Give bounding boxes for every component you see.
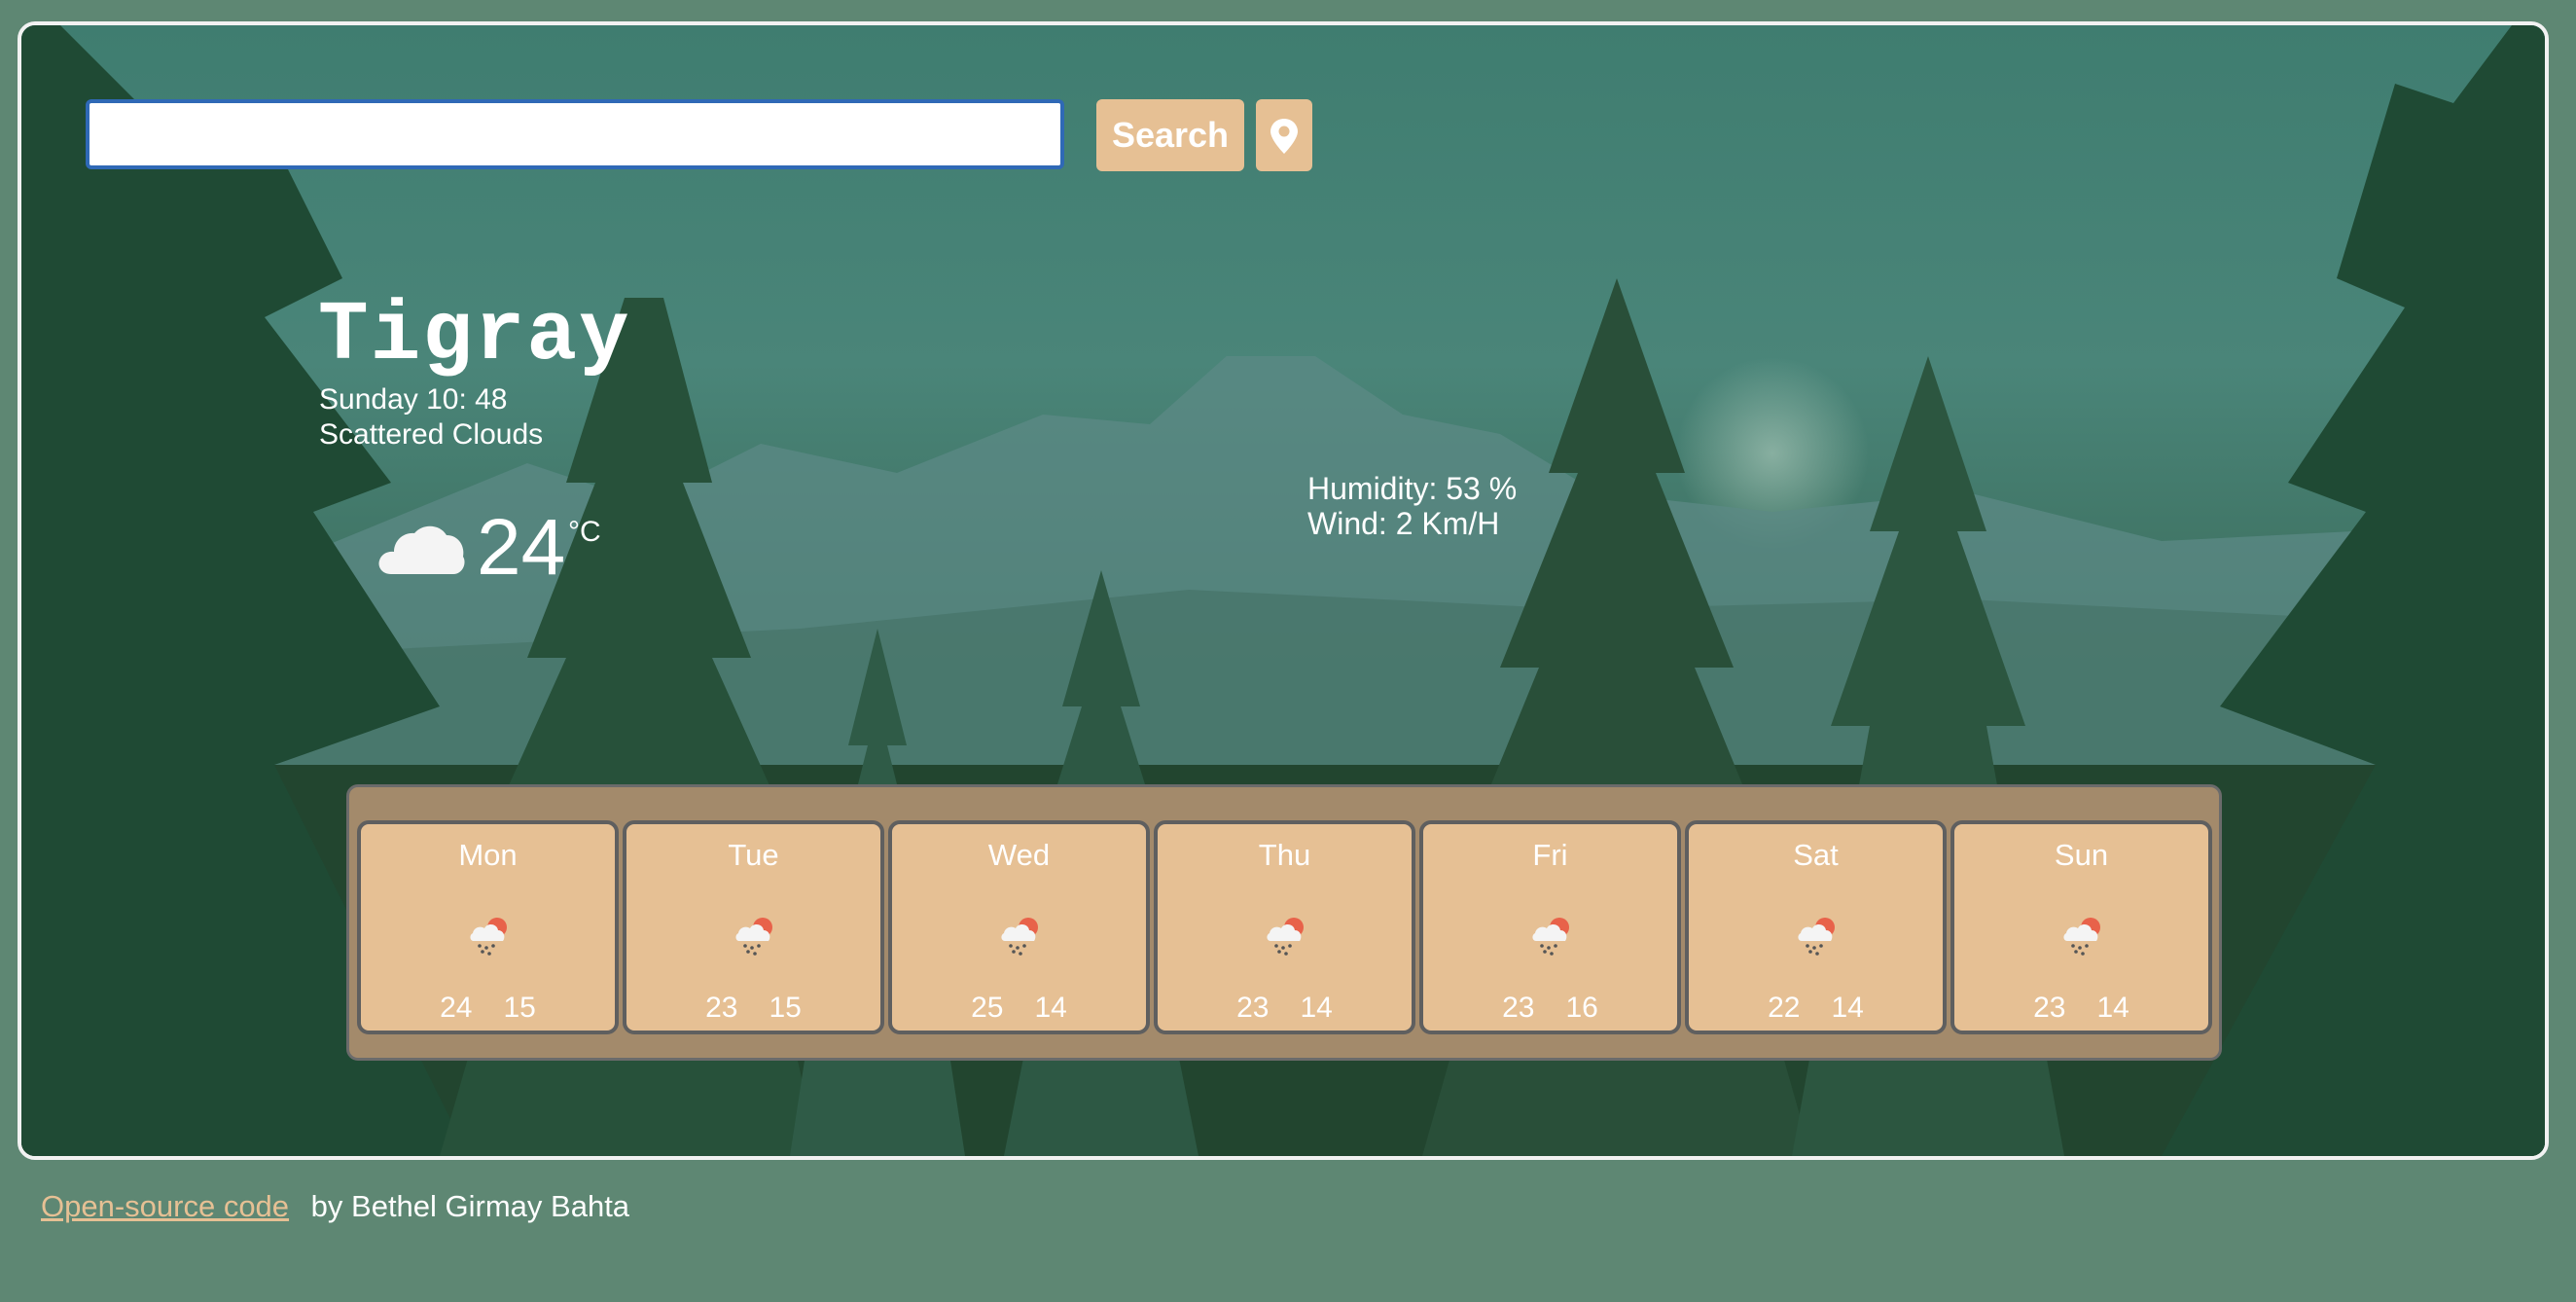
city-name: Tigray bbox=[318, 288, 631, 383]
forecast-day-temps: 25 14 bbox=[892, 992, 1146, 1025]
forecast-day-temps: 22 14 bbox=[1689, 992, 1943, 1025]
rain-sun-icon bbox=[1001, 918, 1038, 956]
forecast-day-card: Sat 22 14 bbox=[1685, 820, 1947, 1034]
author-byline: by Bethel Girmay Bahta bbox=[310, 1189, 630, 1223]
weather-description: Scattered Clouds bbox=[319, 418, 544, 451]
cloud-icon bbox=[378, 525, 465, 574]
forecast-day-card: Tue 23 15 bbox=[623, 820, 884, 1034]
forecast-day-temps: 23 15 bbox=[626, 992, 880, 1025]
forecast-min-temp: 15 bbox=[503, 992, 536, 1024]
rain-sun-icon bbox=[1532, 918, 1569, 956]
forecast-day-name: Fri bbox=[1532, 838, 1568, 872]
current-datetime: Sunday 10: 48 bbox=[319, 383, 508, 416]
forecast-day-card: Wed 25 14 bbox=[888, 820, 1150, 1034]
forecast-min-temp: 16 bbox=[1565, 992, 1598, 1024]
temperature-unit[interactable]: °C bbox=[568, 516, 601, 549]
forecast-day-temps: 24 15 bbox=[361, 992, 615, 1025]
rain-sun-icon bbox=[1267, 918, 1304, 956]
wind-readout: Wind: 2 Km/H bbox=[1307, 506, 1500, 541]
rain-sun-icon bbox=[470, 918, 507, 956]
forecast-min-temp: 15 bbox=[769, 992, 802, 1024]
forecast-day-name: Thu bbox=[1258, 838, 1311, 872]
forecast-min-temp: 14 bbox=[1034, 992, 1067, 1024]
forecast-max-temp: 22 bbox=[1768, 992, 1801, 1024]
open-source-code-link[interactable]: Open-source code bbox=[41, 1189, 289, 1223]
rain-sun-icon bbox=[2063, 918, 2100, 956]
forecast-day-name: Sun bbox=[2054, 838, 2109, 872]
forecast-day-temps: 23 14 bbox=[1954, 992, 2208, 1025]
current-temperature: 24 bbox=[477, 503, 566, 592]
weather-app-container: Search Tigray Sunday 10: 48 Scattered Cl… bbox=[18, 21, 2549, 1160]
forecast-day-name: Mon bbox=[458, 838, 518, 872]
forecast-max-temp: 24 bbox=[440, 992, 473, 1024]
forecast-day-temps: 23 14 bbox=[1158, 992, 1412, 1025]
city-search-input[interactable] bbox=[86, 99, 1064, 169]
current-location-button[interactable] bbox=[1256, 99, 1312, 171]
rain-sun-icon bbox=[1798, 918, 1835, 956]
forecast-max-temp: 23 bbox=[2033, 992, 2066, 1024]
humidity-readout: Humidity: 53 % bbox=[1307, 471, 1518, 506]
forecast-day-temps: 23 16 bbox=[1423, 992, 1677, 1025]
weekly-forecast: Mon 24 15 Tue 23 15 Wed 25 14 Thu 23 14 … bbox=[346, 784, 2222, 1061]
forecast-min-temp: 14 bbox=[1300, 992, 1333, 1024]
forecast-day-name: Wed bbox=[987, 838, 1051, 872]
forecast-day-card: Mon 24 15 bbox=[357, 820, 619, 1034]
forecast-min-temp: 14 bbox=[2096, 992, 2129, 1024]
forecast-day-card: Sun 23 14 bbox=[1950, 820, 2212, 1034]
forecast-day-name: Sat bbox=[1793, 838, 1839, 872]
forecast-max-temp: 23 bbox=[705, 992, 738, 1024]
forecast-max-temp: 23 bbox=[1502, 992, 1535, 1024]
forecast-day-card: Fri 23 16 bbox=[1419, 820, 1681, 1034]
forecast-max-temp: 25 bbox=[971, 992, 1004, 1024]
forecast-day-name: Tue bbox=[728, 838, 779, 872]
page-footer: Open-source code by Bethel Girmay Bahta bbox=[41, 1189, 629, 1224]
map-pin-icon bbox=[1270, 119, 1298, 154]
forecast-max-temp: 23 bbox=[1236, 992, 1270, 1024]
forecast-day-card: Thu 23 14 bbox=[1154, 820, 1415, 1034]
forecast-min-temp: 14 bbox=[1831, 992, 1864, 1024]
rain-sun-icon bbox=[735, 918, 772, 956]
search-button[interactable]: Search bbox=[1096, 99, 1244, 171]
